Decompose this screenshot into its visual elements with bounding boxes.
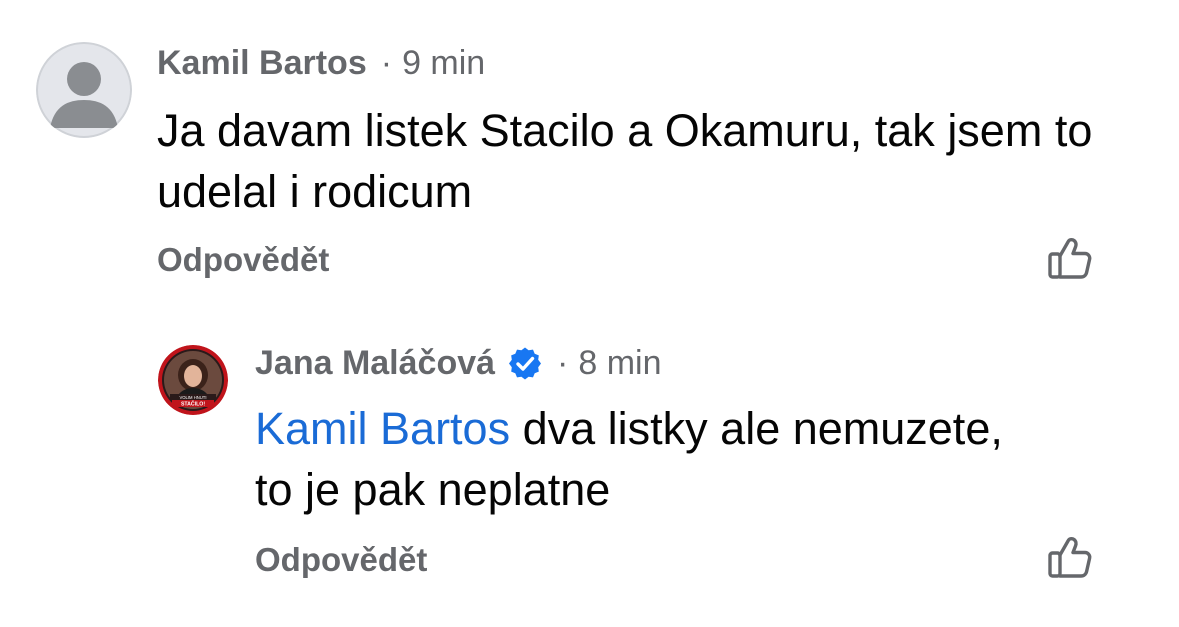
comment-author[interactable]: Jana Maláčová bbox=[255, 344, 495, 383]
default-avatar-icon[interactable] bbox=[36, 42, 132, 138]
reply-button[interactable]: Odpovědět bbox=[157, 241, 329, 279]
reply-button[interactable]: Odpovědět bbox=[255, 541, 427, 579]
comment-text: Ja davam listek Stacilo a Okamuru, tak j… bbox=[157, 105, 1093, 217]
verified-badge-icon bbox=[507, 346, 543, 382]
mention-link[interactable]: Kamil Bartos bbox=[255, 403, 510, 454]
profile-avatar[interactable]: VOLIM HNUTI STAČILO! bbox=[158, 345, 228, 415]
comment-meta: Jana Maláčová · 8 min bbox=[255, 344, 662, 383]
avatar-badge-line1: VOLIM HNUTI bbox=[180, 395, 207, 400]
meta-separator: · bbox=[380, 44, 393, 82]
thumbs-up-icon[interactable] bbox=[1046, 234, 1094, 282]
avatar-badge-line2: STAČILO! bbox=[181, 401, 205, 408]
comment-text: Kamil Bartos dva listky ale nemuzete, to… bbox=[255, 398, 1015, 520]
meta-separator: · bbox=[557, 344, 569, 382]
thumbs-up-icon[interactable] bbox=[1046, 533, 1094, 581]
comment-meta: Kamil Bartos · 9 min bbox=[157, 44, 485, 83]
comment-author[interactable]: Kamil Bartos bbox=[157, 44, 367, 83]
comment-time[interactable]: 9 min bbox=[402, 44, 485, 83]
comment-time[interactable]: 8 min bbox=[578, 344, 661, 383]
